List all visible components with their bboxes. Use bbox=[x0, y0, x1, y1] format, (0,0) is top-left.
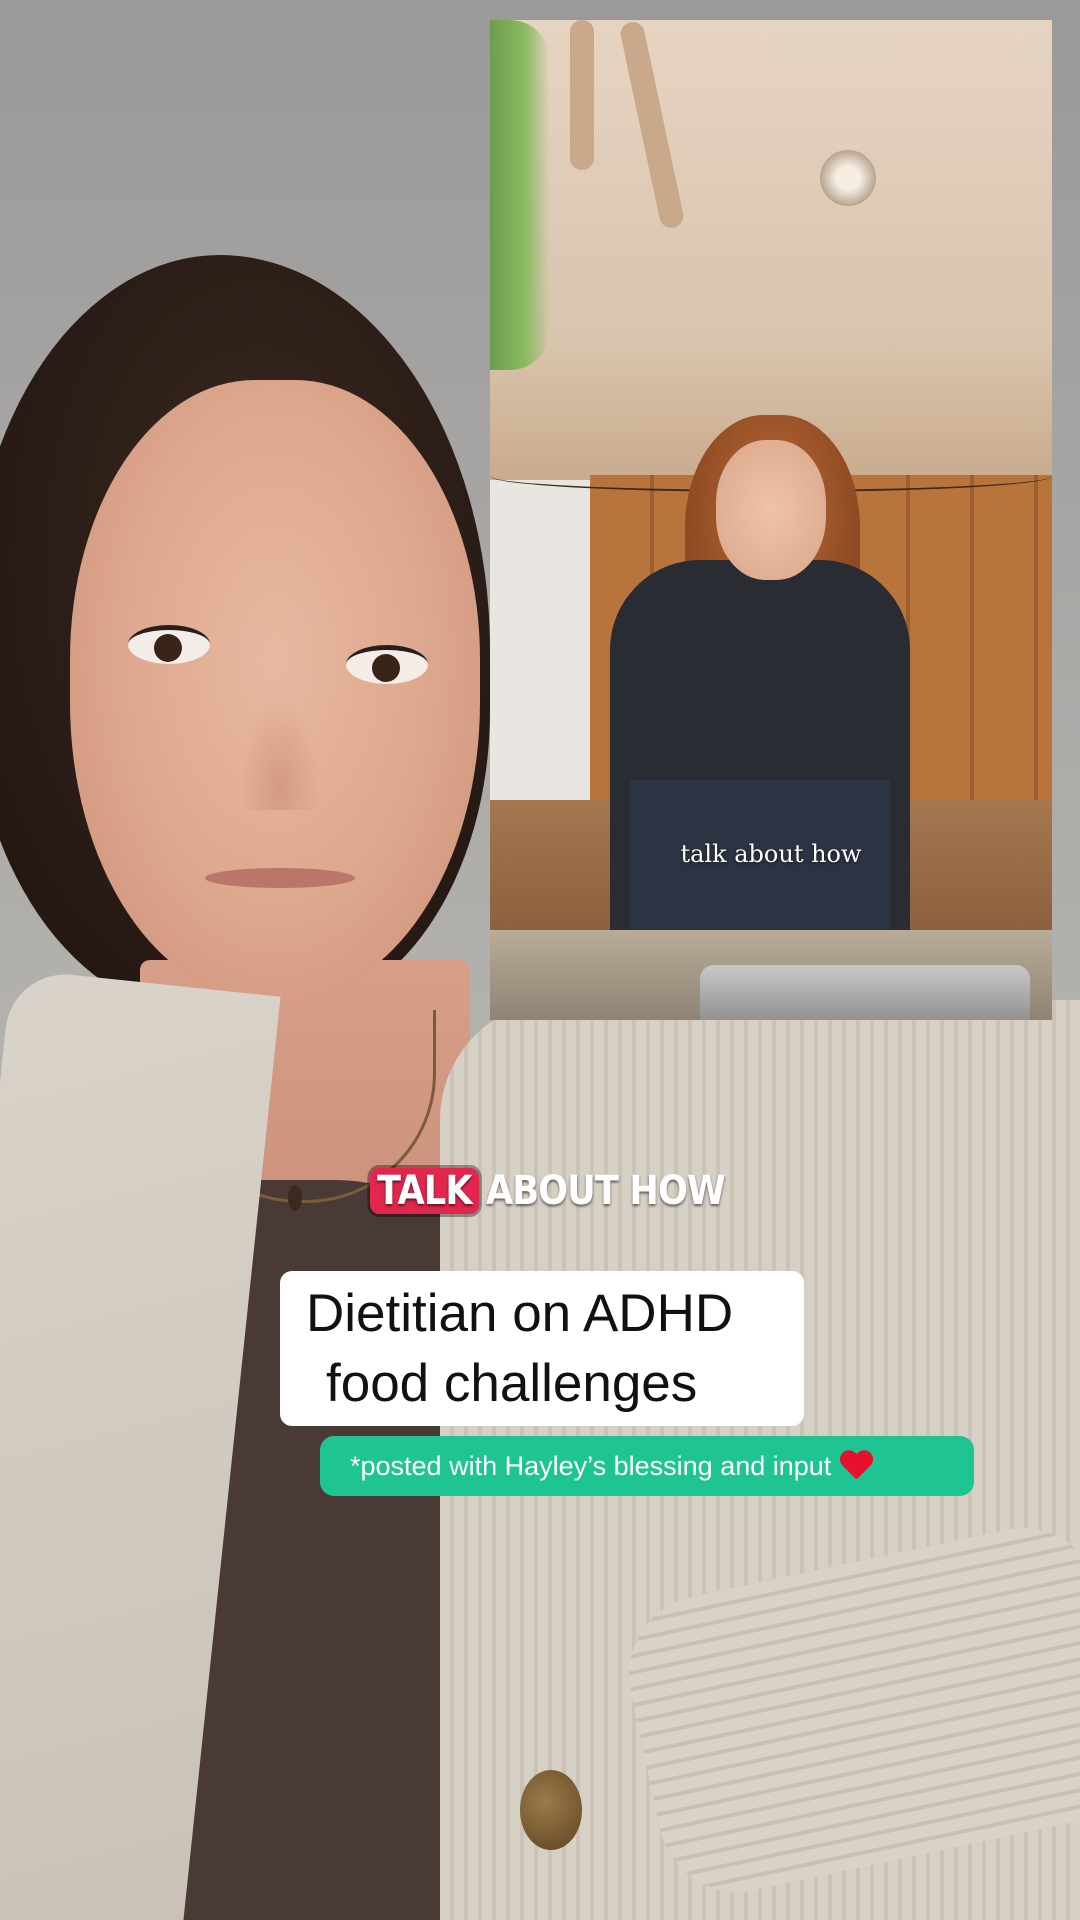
note-text: *posted with Hayley’s blessing and input bbox=[350, 1450, 832, 1481]
creator-pendant bbox=[288, 1185, 302, 1211]
stitched-video[interactable]: talk about how bbox=[490, 20, 1052, 1020]
heart-icon bbox=[839, 1451, 873, 1481]
subtitle-rest: ABOUT HOW bbox=[485, 1168, 726, 1214]
creator-nose bbox=[240, 700, 320, 810]
creator-right-eye bbox=[346, 645, 428, 684]
inset-wall bbox=[490, 480, 600, 810]
auto-subtitle: TALK ABOUT HOW bbox=[370, 1162, 726, 1220]
cardigan-button bbox=[520, 1770, 582, 1850]
note-pill: *posted with Hayley’s blessing and input bbox=[320, 1436, 974, 1496]
inset-caption: talk about how bbox=[680, 840, 862, 868]
hanging-plant bbox=[490, 20, 550, 370]
kitchen-sink bbox=[700, 965, 1030, 1020]
creator-mouth bbox=[205, 868, 355, 888]
hanging-vine bbox=[570, 20, 594, 170]
subtitle-highlight-word: TALK bbox=[370, 1168, 479, 1214]
title-card: Dietitian on ADHD food challenges bbox=[280, 1271, 804, 1426]
speaker-face bbox=[716, 440, 826, 580]
title-line-2: food challenges bbox=[326, 1354, 698, 1413]
title-line-1: Dietitian on ADHD bbox=[306, 1284, 734, 1343]
creator-left-eye bbox=[128, 625, 210, 664]
ceiling-light bbox=[820, 150, 876, 206]
creator-face bbox=[70, 380, 480, 1000]
